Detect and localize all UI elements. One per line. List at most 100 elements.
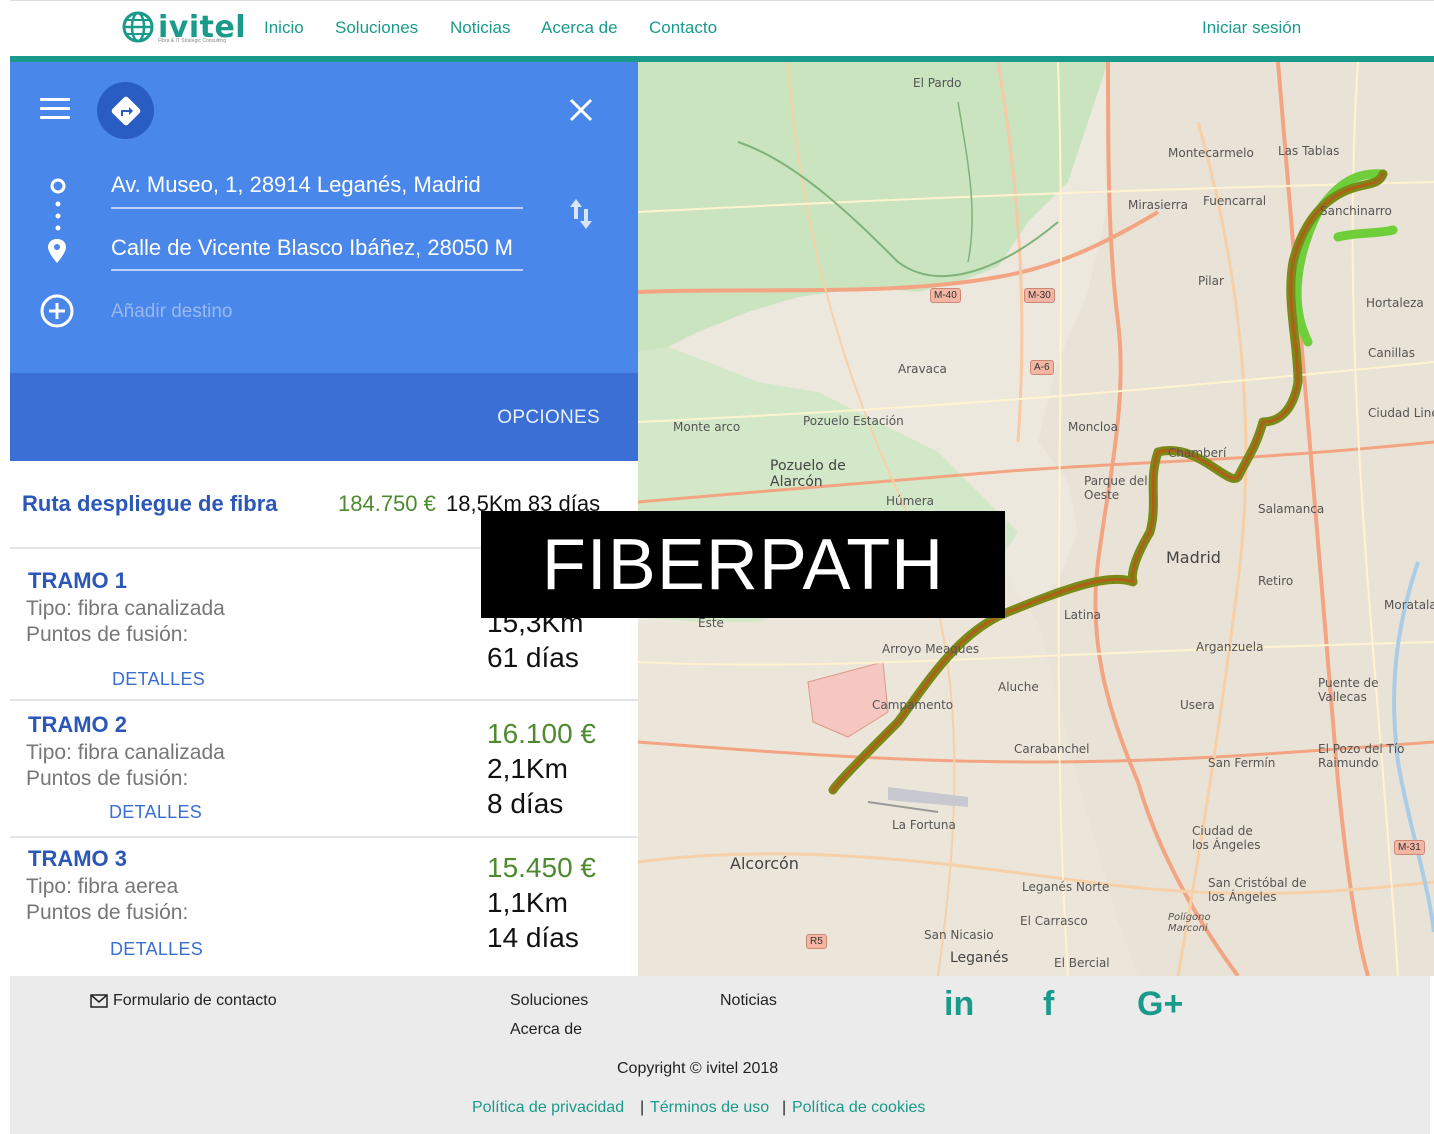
map-label: San Cristóbal de los Ángeles <box>1208 876 1307 904</box>
map-label: Canillas <box>1368 346 1415 360</box>
map-label: El Bercial <box>1054 956 1110 970</box>
map-label: Pilar <box>1198 274 1224 288</box>
nav-soluciones[interactable]: Soluciones <box>335 18 418 38</box>
map-label: Arganzuela <box>1196 640 1264 654</box>
map-label: El Pardo <box>913 76 962 90</box>
origin-circle-icon <box>50 178 66 194</box>
tramo-1-title: TRAMO 1 <box>28 568 127 593</box>
tramo-3-length: 1,1Km <box>487 887 568 918</box>
privacy-policy-link[interactable]: Política de privacidad <box>472 1099 624 1117</box>
map-label: El Carrasco <box>1020 914 1088 928</box>
options-button[interactable]: OPCIONES <box>497 407 600 429</box>
map-label: Este <box>698 616 724 630</box>
nav-noticias[interactable]: Noticias <box>450 18 510 38</box>
brand-tagline: Fibra & IT Strategic Consulting <box>158 38 226 44</box>
linkedin-icon[interactable]: in <box>944 985 974 1024</box>
nav-acerca[interactable]: Acerca de <box>541 18 618 38</box>
map-label: Carabanchel <box>1014 742 1090 756</box>
map-label: Fuencarral <box>1203 194 1267 208</box>
road-shield: M-31 <box>1394 840 1425 855</box>
menu-button[interactable] <box>40 98 70 122</box>
google-plus-icon[interactable]: G+ <box>1137 985 1183 1024</box>
road-shield: A-6 <box>1030 360 1054 375</box>
tramo-1-details-button[interactable]: DETALLES <box>112 669 205 690</box>
map-label: Ciudad Lineal <box>1368 406 1434 420</box>
tramo-3-fusion: Puntos de fusión: <box>26 901 189 924</box>
map-label: La Fortuna <box>892 818 956 832</box>
nav-inicio[interactable]: Inicio <box>264 18 304 38</box>
map-label: Moncloa <box>1068 420 1118 434</box>
map-label: Latina <box>1064 608 1102 622</box>
map-label: Arroyo Meaques <box>882 642 980 656</box>
tramo-2-details-button[interactable]: DETALLES <box>109 802 202 823</box>
map-label: Usera <box>1180 698 1215 712</box>
close-icon[interactable] <box>567 96 595 124</box>
hamburger-line <box>40 107 70 110</box>
tramo-2-title: TRAMO 2 <box>28 712 127 737</box>
ivitel-logo[interactable]: ivitel Fibra & IT Strategic Consulting <box>122 8 246 46</box>
divider <box>10 836 638 838</box>
origin-underline <box>111 207 523 209</box>
tramo-1-days: 61 días <box>487 642 579 673</box>
directions-icon <box>111 96 140 125</box>
cookies-policy-link[interactable]: Política de cookies <box>792 1099 925 1117</box>
map-label: Mirasierra <box>1128 198 1188 212</box>
tramo-3-cost: 15.450 € <box>487 852 596 883</box>
tramo-3-type: Tipo: fibra aerea <box>26 875 179 898</box>
map-label: Montecarmelo <box>1168 146 1254 160</box>
map-label: Chamberí <box>1168 446 1227 460</box>
route-title: Ruta despliegue de fibra <box>22 491 278 516</box>
map-label: Puente de Vallecas <box>1318 676 1379 704</box>
envelope-icon <box>90 994 108 1008</box>
tramo-2-fusion: Puntos de fusión: <box>26 767 189 790</box>
add-destination-input[interactable]: Añadir destino <box>111 301 232 323</box>
map-label: Leganés Norte <box>1022 880 1110 894</box>
terms-link[interactable]: Términos de uso <box>650 1099 769 1117</box>
map-label: Aravaca <box>898 362 947 376</box>
map-label: Sanchinarro <box>1320 204 1392 218</box>
login-link[interactable]: Iniciar sesión <box>1202 18 1301 38</box>
footer-noticias-link[interactable]: Noticias <box>720 992 777 1010</box>
destination-input[interactable]: Calle de Vicente Blasco Ibáñez, 28050 M <box>111 231 523 267</box>
map-label: San Fermín <box>1208 756 1276 770</box>
origin-input[interactable]: Av. Museo, 1, 28914 Leganés, Madrid <box>111 168 523 204</box>
tramo-2-type: Tipo: fibra canalizada <box>26 741 225 764</box>
map-label: Retiro <box>1258 574 1294 588</box>
banner-text: FIBERPATH <box>541 524 945 605</box>
route-panel: Av. Museo, 1, 28914 Leganés, Madrid Call… <box>10 62 638 461</box>
map-label: Húmera <box>886 494 934 508</box>
divider <box>10 699 638 701</box>
map-label: Aluche <box>998 680 1039 694</box>
tramo-3-details-button[interactable]: DETALLES <box>110 939 203 960</box>
destination-underline <box>111 269 523 271</box>
route-dots-icon <box>55 201 61 231</box>
hamburger-line <box>40 116 70 119</box>
road-shield: M-30 <box>1024 288 1055 303</box>
swap-icon[interactable] <box>567 197 595 231</box>
map-label: Leganés <box>950 950 1009 966</box>
directions-button[interactable] <box>97 82 154 139</box>
map-label: Parque del Oeste <box>1084 474 1148 502</box>
footer-soluciones-link[interactable]: Soluciones <box>510 992 588 1010</box>
map-label: Salamanca <box>1258 502 1325 516</box>
road-shield: M-40 <box>930 288 961 303</box>
map-label: Hortaleza <box>1366 296 1424 310</box>
add-destination-icon[interactable] <box>39 293 75 329</box>
tramo-2-days: 8 días <box>487 788 564 819</box>
map-label: Monte arco <box>673 420 741 434</box>
map-label: San Nicasio <box>924 928 994 942</box>
tramo-2-cost: 16.100 € <box>487 718 596 749</box>
nav-contacto[interactable]: Contacto <box>649 18 717 38</box>
map-label: Las Tablas <box>1278 144 1340 158</box>
tramo-1-type: Tipo: fibra canalizada <box>26 597 225 620</box>
map-label: Campamento <box>872 698 954 712</box>
tramo-3-days: 14 días <box>487 922 579 953</box>
road-shield: R5 <box>806 934 827 949</box>
hamburger-line <box>40 98 70 101</box>
contact-form-link[interactable]: Formulario de contacto <box>113 992 277 1010</box>
map-label: Pozuelo de Alarcón <box>770 458 846 490</box>
tramo-2-length: 2,1Km <box>487 753 568 784</box>
fiberpath-banner: FIBERPATH <box>481 511 1005 618</box>
facebook-icon[interactable]: f <box>1043 985 1054 1024</box>
footer-acerca-link[interactable]: Acerca de <box>510 1021 582 1039</box>
